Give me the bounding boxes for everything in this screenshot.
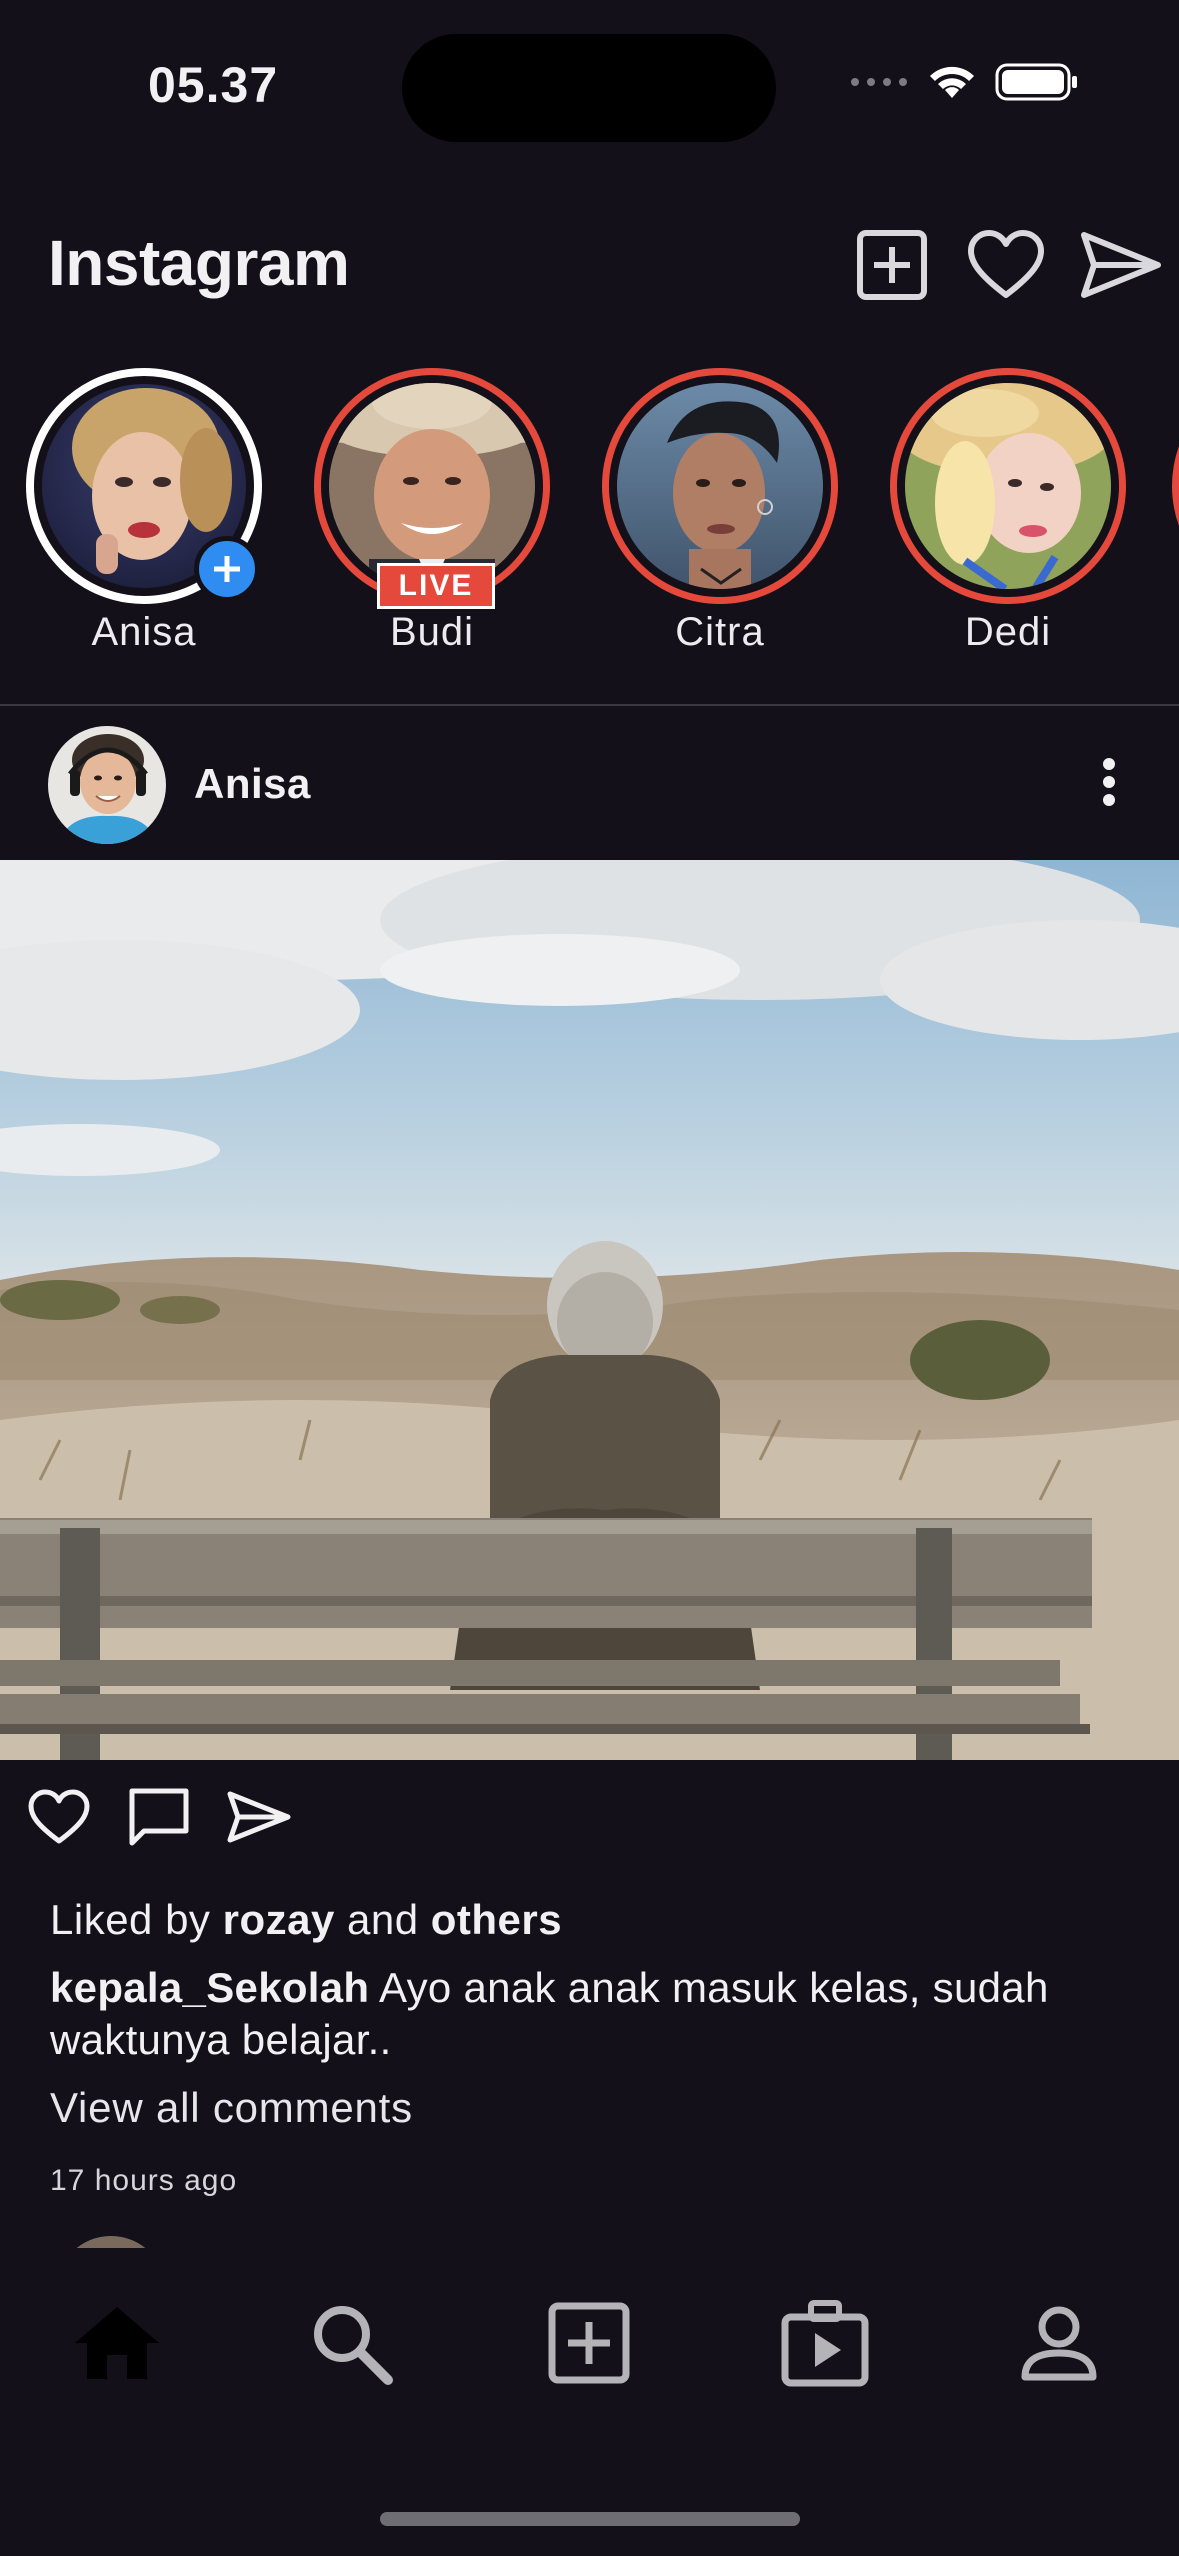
story-name: Budi [389,610,475,654]
story-name: Citra [675,610,765,654]
bottom-nav [0,2248,1179,2556]
direct-message-button[interactable] [1077,222,1163,308]
nav-profile[interactable] [1004,2288,1114,2398]
send-icon [1081,232,1161,298]
post-caption: kepala_Sekolah Ayo anak anak masuk kelas… [50,1962,1130,2066]
dynamic-island [402,34,776,142]
heart-icon [968,230,1044,298]
avatar[interactable] [48,726,166,844]
story-next-peek[interactable] [1172,368,1179,604]
stories-row: Anisa LIVE Budi Citra Dedi [0,360,1179,700]
post-actions [24,1782,294,1852]
story-name: Anisa [91,610,197,654]
wifi-icon [930,66,974,98]
nav-reels[interactable] [770,2288,880,2398]
avatar [329,383,535,589]
comment-icon [129,1788,189,1846]
heart-icon [28,1789,90,1844]
signal-icon [851,78,907,86]
share-button[interactable] [224,1782,294,1852]
activity-button[interactable] [963,222,1049,308]
search-icon [314,2306,393,2385]
plus-icon [214,556,240,582]
status-time: 05.37 [148,57,279,113]
home-icon [75,2307,159,2379]
battery-icon [995,63,1077,101]
post-header: Anisa [0,706,1179,860]
story-dedi[interactable]: Dedi [888,368,1128,655]
story-ring: LIVE [314,368,550,609]
liked-by-user[interactable]: rozay [223,1896,335,1943]
app-header: Instagram [0,196,1179,326]
add-post-button[interactable] [849,222,935,308]
liked-by-others[interactable]: others [431,1896,562,1943]
like-button[interactable] [24,1782,94,1852]
status-bar: 05.37 [0,0,1179,170]
home-indicator[interactable] [380,2512,800,2526]
story-anisa[interactable]: Anisa [24,368,264,655]
reels-icon [781,2300,869,2387]
story-citra[interactable]: Citra [600,368,840,655]
story-ring [602,368,838,604]
app-title: Instagram [48,227,350,299]
add-story-button[interactable] [194,536,260,602]
likes-prefix: Liked by [50,1896,211,1943]
nav-home[interactable] [62,2288,172,2398]
nav-search[interactable] [296,2288,406,2398]
nav-add[interactable] [534,2288,644,2398]
send-icon [227,1791,291,1843]
avatar [905,383,1111,589]
add-icon [548,2302,630,2384]
story-ring [26,368,262,604]
comment-button[interactable] [124,1782,194,1852]
profile-icon [1021,2306,1097,2381]
likes-summary[interactable]: Liked by rozay and others [50,1896,562,1944]
post-timestamp: 17 hours ago [50,2164,238,2197]
post-photo[interactable] [0,860,1179,1760]
story-ring [890,368,1126,604]
story-name: Dedi [964,610,1052,654]
likes-joiner: and [347,1896,419,1943]
add-post-icon [857,230,927,300]
header-actions [849,222,1163,308]
more-vertical-icon [1103,758,1115,806]
more-options-button[interactable] [1079,752,1139,812]
caption-username[interactable]: kepala_Sekolah [50,1964,369,2011]
story-budi[interactable]: LIVE Budi [312,368,552,655]
avatar [617,383,823,589]
post-username[interactable]: Anisa [194,760,311,808]
live-badge: LIVE [377,563,495,609]
view-all-comments-link[interactable]: View all comments [50,2084,413,2132]
status-icons [849,62,1079,102]
